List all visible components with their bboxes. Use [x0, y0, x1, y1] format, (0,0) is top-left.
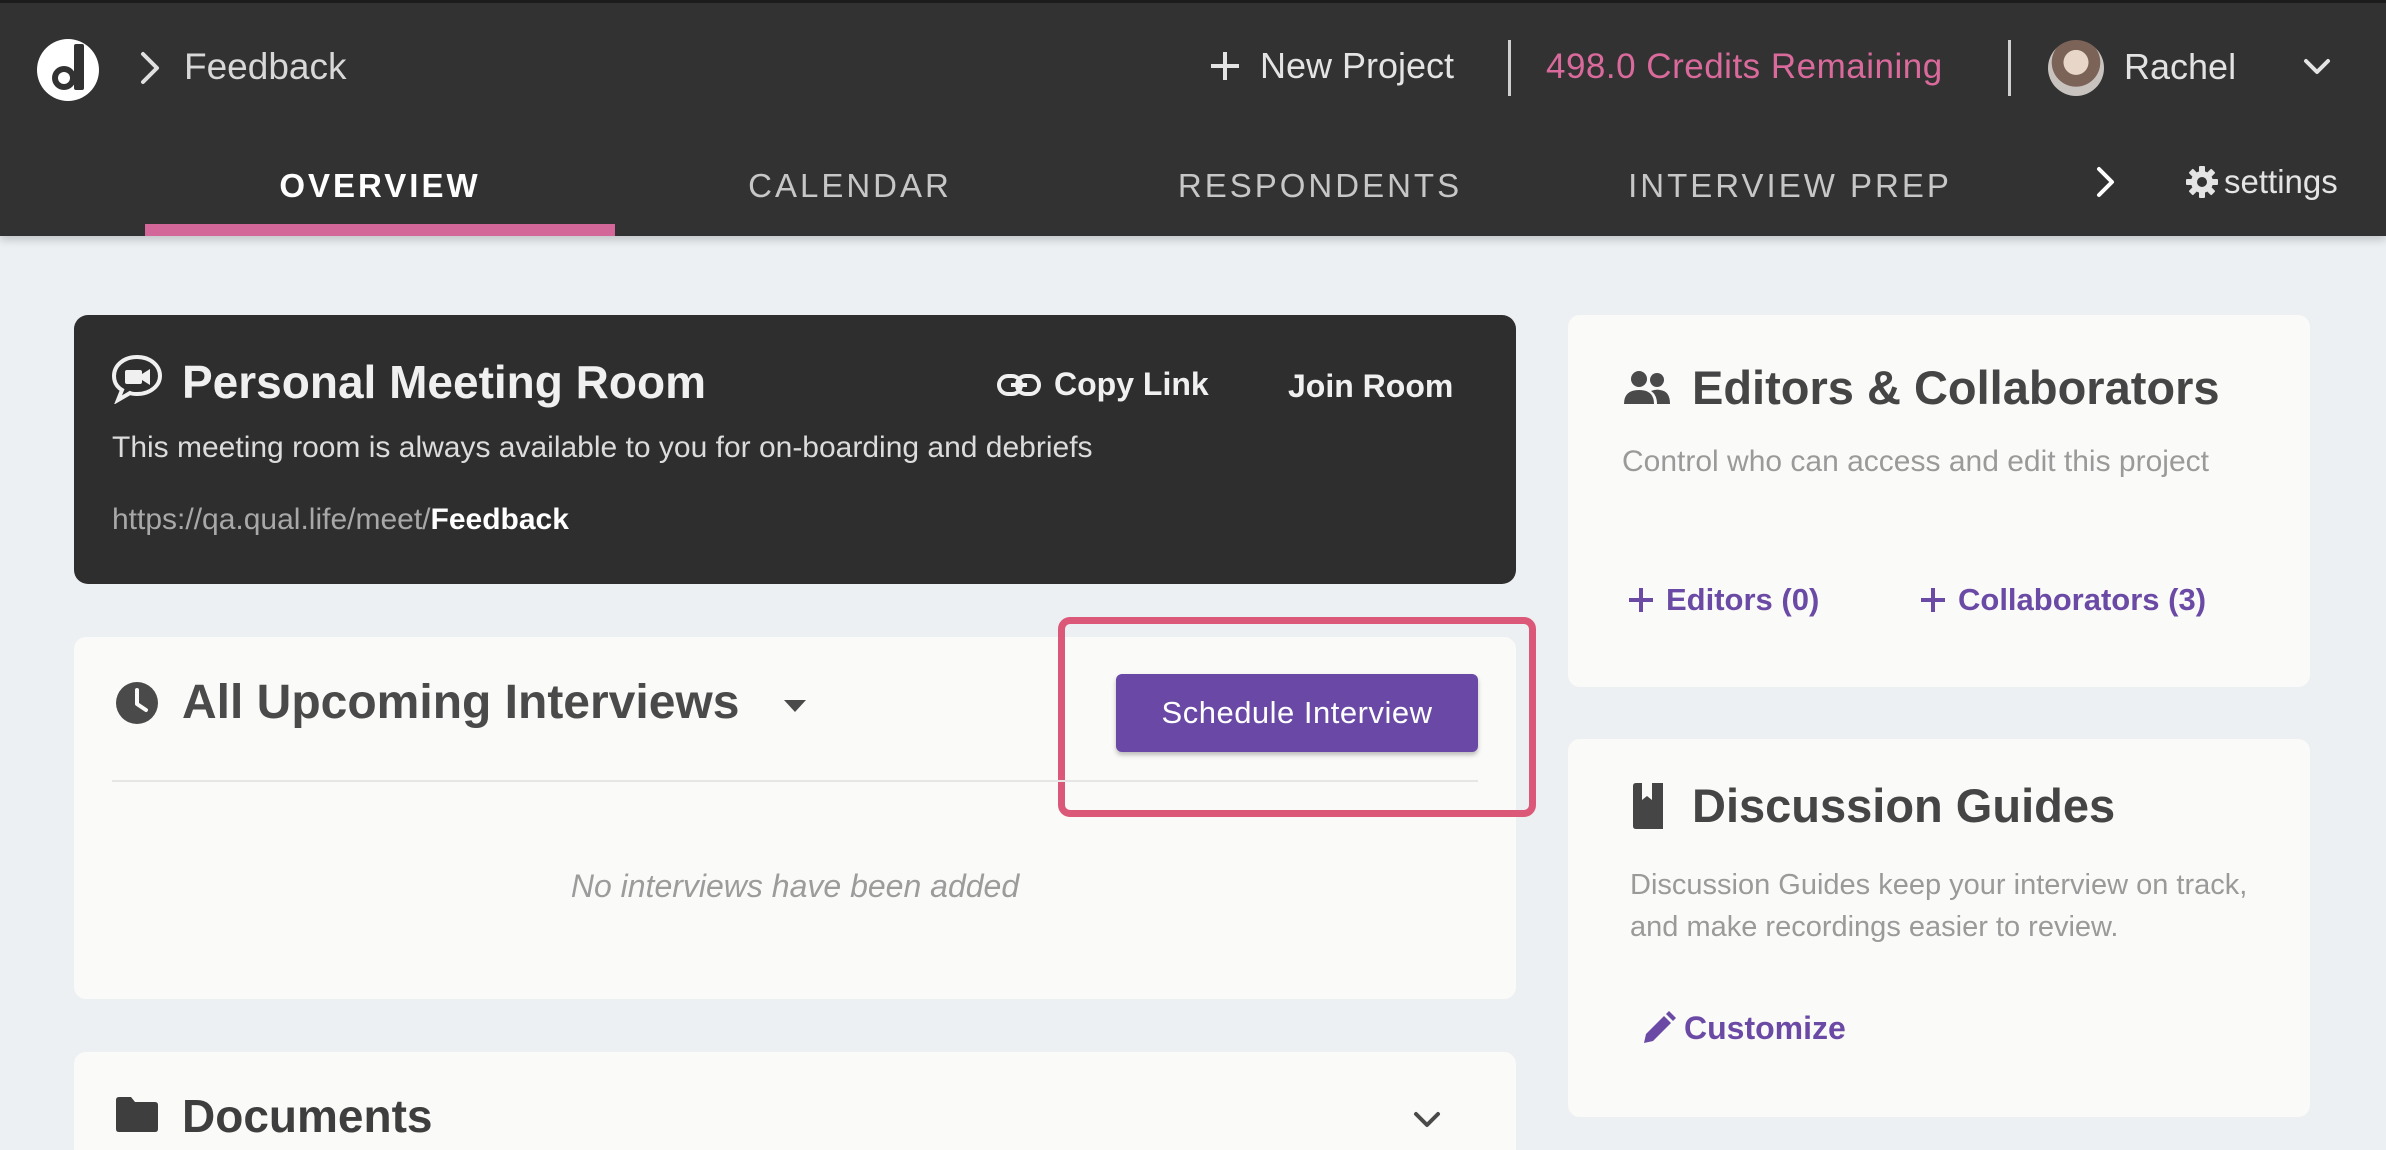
tab-calendar[interactable]: CALENDAR — [615, 136, 1085, 236]
avatar[interactable] — [2048, 40, 2104, 96]
divider — [2008, 40, 2011, 96]
empty-state-message: No interviews have been added — [570, 868, 1020, 904]
divider — [1508, 40, 1511, 96]
book-icon — [1633, 783, 1663, 829]
user-name[interactable]: Rachel — [2124, 44, 2236, 90]
chevron-right-icon[interactable] — [2092, 164, 2120, 200]
caret-down-icon[interactable] — [782, 698, 808, 714]
meeting-url-slug: Feedback — [430, 503, 569, 536]
chevron-down-icon[interactable] — [1412, 1110, 1442, 1130]
active-tab-indicator — [145, 224, 615, 236]
settings-button[interactable]: settings — [2184, 160, 2338, 204]
tab-respondents[interactable]: RESPONDENTS — [1085, 136, 1555, 236]
credits-remaining[interactable]: 498.0 Credits Remaining — [1546, 44, 1943, 90]
new-project-label: New Project — [1260, 45, 1455, 86]
copy-link-label: Copy Link — [1054, 366, 1209, 402]
breadcrumb-chevron-icon — [141, 52, 159, 84]
link-icon — [997, 373, 1041, 396]
meeting-room-url[interactable]: https://qa.qual.life/meet/Feedback — [112, 500, 569, 540]
discussion-guides-description: Discussion Guides keep your interview on… — [1630, 869, 2248, 943]
chevron-down-icon[interactable] — [2302, 56, 2332, 78]
meeting-url-base: https://qa.qual.life/meet/ — [112, 503, 431, 536]
plus-icon — [1211, 52, 1239, 80]
video-chat-icon — [111, 354, 163, 404]
clock-icon — [116, 682, 158, 724]
breadcrumb-project-name[interactable]: Feedback — [184, 44, 347, 90]
customize-label: Customize — [1684, 1010, 1846, 1046]
meeting-room-title: Personal Meeting Room — [182, 356, 706, 408]
folder-icon — [116, 1097, 158, 1132]
schedule-interview-button[interactable]: Schedule Interview — [1116, 674, 1478, 752]
editors-description: Control who can access and edit this pro… — [1622, 445, 2209, 478]
copy-link-button[interactable]: Copy Link — [996, 366, 1209, 403]
logo-d-icon[interactable] — [34, 34, 106, 102]
settings-label: settings — [2224, 163, 2338, 200]
gear-icon — [2186, 166, 2218, 198]
divider — [112, 780, 1478, 782]
plus-icon — [1629, 588, 1653, 612]
editors-title: Editors & Collaborators — [1692, 361, 2220, 414]
add-editors-button[interactable]: Editors (0) — [1626, 582, 1819, 618]
upcoming-interviews-title[interactable]: All Upcoming Interviews — [182, 674, 739, 732]
join-room-button[interactable]: Join Room — [1288, 366, 1453, 406]
people-icon — [1624, 371, 1670, 404]
new-project-button[interactable]: New Project — [1208, 42, 1454, 90]
customize-button[interactable]: Customize — [1640, 1010, 1846, 1047]
discussion-guides-title: Discussion Guides — [1692, 779, 2116, 832]
add-collaborators-button[interactable]: Collaborators (3) — [1918, 582, 2206, 618]
project-tabs: OVERVIEW CALENDAR RESPONDENTS INTERVIEW … — [0, 136, 2386, 236]
tab-interview-prep[interactable]: INTERVIEW PREP — [1555, 136, 2025, 236]
collaborators-link-label: Collaborators (3) — [1958, 582, 2207, 617]
plus-icon — [1921, 588, 1945, 612]
meeting-room-description: This meeting room is always available to… — [112, 431, 1093, 464]
editors-link-label: Editors (0) — [1666, 582, 1820, 617]
documents-title: Documents — [182, 1090, 433, 1142]
pencil-icon — [1644, 1010, 1676, 1043]
tab-overview[interactable]: OVERVIEW — [145, 136, 615, 236]
